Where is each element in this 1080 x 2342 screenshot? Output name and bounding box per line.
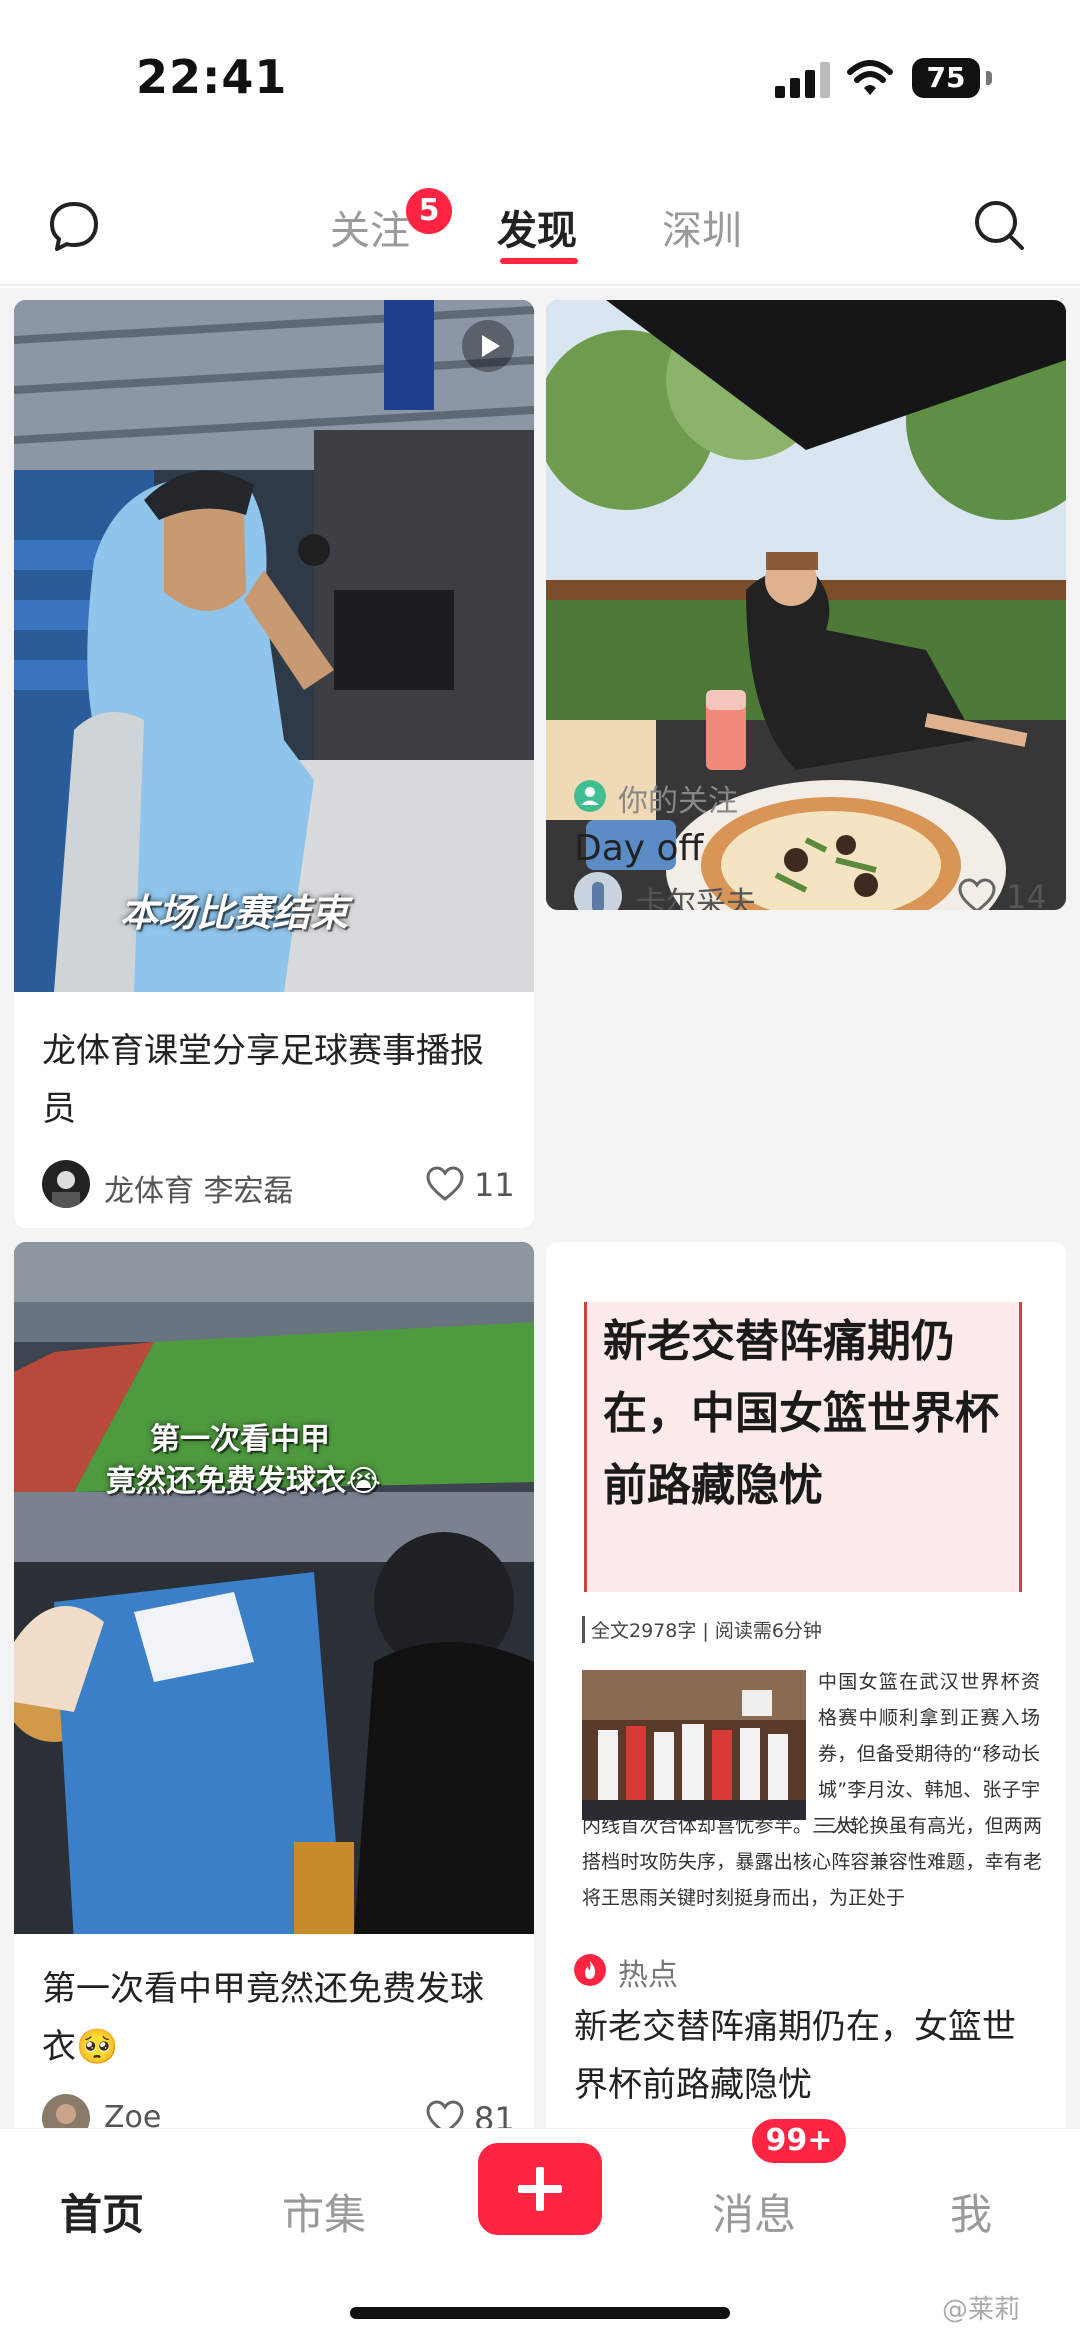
tab-me[interactable]: 我 (950, 2181, 992, 2242)
status-bar: 22:41 75 (0, 0, 1080, 160)
app-screen: 22:41 75 关注 5 发现 深圳 本场比赛结束 龙体育课堂分享足球赛事播报… (0, 0, 1080, 2342)
card-title[interactable]: Day off (574, 820, 1044, 878)
card-title[interactable]: 第一次看中甲竟然还免费发球衣🥺 (42, 1960, 512, 2076)
author-avatar[interactable] (42, 2094, 90, 2128)
tab-market[interactable]: 市集 (282, 2181, 366, 2242)
bottom-nav: 首页 市集 消息 99+ 我 @莱莉 (0, 2119, 1080, 2342)
heart-icon (426, 2100, 464, 2128)
note-card[interactable]: 第一次看中甲 竟然还免费发球衣😭 第一次看中甲竟然还免费发球衣🥺 Zoe 81 (14, 1242, 534, 2128)
battery-icon: 75 (912, 58, 992, 98)
top-nav: 关注 5 发现 深圳 (0, 170, 1080, 286)
tab-messages[interactable]: 消息 (712, 2181, 796, 2242)
cover-overlay-line2: 竟然还免费发球衣😭 (106, 1464, 382, 1499)
tab-discover[interactable]: 发现 (497, 198, 577, 256)
messages-badge: 99+ (752, 2119, 846, 2163)
card-meta: Zoe 81 (42, 2094, 515, 2128)
home-indicator (350, 2307, 730, 2319)
like-count: 11 (474, 1166, 515, 1204)
author-name[interactable]: 卡尔采夫 (636, 878, 756, 910)
cover-overlay-line1: 第一次看中甲 (150, 1422, 330, 1457)
fire-icon (574, 1954, 606, 1986)
card-meta: 龙体育 李宏磊 11 (42, 1160, 515, 1210)
card-meta: 卡尔采夫 14 (574, 872, 1047, 910)
article-photo (582, 1670, 806, 1820)
active-tab-indicator (500, 258, 578, 264)
feed: 本场比赛结束 龙体育课堂分享足球赛事播报员 龙体育 李宏磊 11 你的关注 Da… (0, 288, 1080, 2128)
tab-home[interactable]: 首页 (60, 2181, 144, 2242)
user-follow-icon (574, 780, 606, 812)
card-cover-image[interactable]: 新老交替阵痛期仍在，中国女篮世界杯前路藏隐忧 全文2978字 | 阅读需6分钟 (546, 1242, 1066, 1934)
like-button[interactable]: 81 (426, 2096, 515, 2128)
like-count: 81 (474, 2100, 515, 2128)
following-badge: 5 (406, 188, 452, 234)
like-button[interactable]: 14 (958, 874, 1047, 910)
article-stat: 全文2978字 | 阅读需6分钟 (582, 1616, 822, 1643)
article-headline: 新老交替阵痛期仍在，中国女篮世界杯前路藏隐忧 (603, 1316, 999, 1511)
note-card[interactable]: 本场比赛结束 龙体育课堂分享足球赛事播报员 龙体育 李宏磊 11 (14, 300, 534, 1228)
cover-overlay-text: 本场比赛结束 (120, 891, 349, 935)
like-count: 14 (1006, 878, 1047, 910)
status-time: 22:41 (136, 50, 288, 104)
author-avatar[interactable] (574, 872, 622, 910)
add-post-button[interactable] (478, 2143, 602, 2235)
card-cover-image[interactable]: 本场比赛结束 (14, 300, 534, 992)
article-headline-box: 新老交替阵痛期仍在，中国女篮世界杯前路藏隐忧 (584, 1302, 1022, 1592)
battery-level: 75 (912, 58, 980, 98)
wifi-icon (847, 60, 893, 95)
note-card[interactable]: 新老交替阵痛期仍在，中国女篮世界杯前路藏隐忧 全文2978字 | 阅读需6分钟 (546, 1242, 1066, 2128)
cellular-signal-icon (775, 62, 831, 98)
tab-following[interactable]: 关注 (330, 198, 410, 256)
author-avatar[interactable] (42, 1160, 90, 1208)
author-name[interactable]: 龙体育 李宏磊 (104, 1166, 294, 1210)
tab-shenzhen[interactable]: 深圳 (662, 198, 742, 256)
search-icon[interactable] (970, 196, 1030, 256)
author-name[interactable]: Zoe (104, 2100, 161, 2128)
note-card[interactable]: 你的关注 Day off 卡尔采夫 14 (546, 300, 1066, 910)
video-play-icon (462, 320, 514, 372)
article-body-full: 内线首次合体却喜忧参半。三人轮换虽有高光，但两两搭档时攻防失序，暴露出核心阵容兼… (582, 1815, 1042, 1909)
watermark: @莱莉 (942, 2295, 1021, 2325)
card-cover-image[interactable]: 第一次看中甲 竟然还免费发球衣😭 (14, 1242, 534, 1934)
chat-bubble-icon[interactable] (44, 196, 104, 256)
heart-icon (958, 878, 996, 910)
tag-label: 热点 (618, 1958, 678, 1993)
tag-label: 你的关注 (618, 784, 738, 819)
heart-icon (426, 1166, 464, 1201)
like-button[interactable]: 11 (426, 1162, 515, 1208)
card-title[interactable]: 新老交替阵痛期仍在，女篮世界杯前路藏隐忧 (574, 1998, 1044, 2114)
card-title[interactable]: 龙体育课堂分享足球赛事播报员 (42, 1022, 512, 1138)
